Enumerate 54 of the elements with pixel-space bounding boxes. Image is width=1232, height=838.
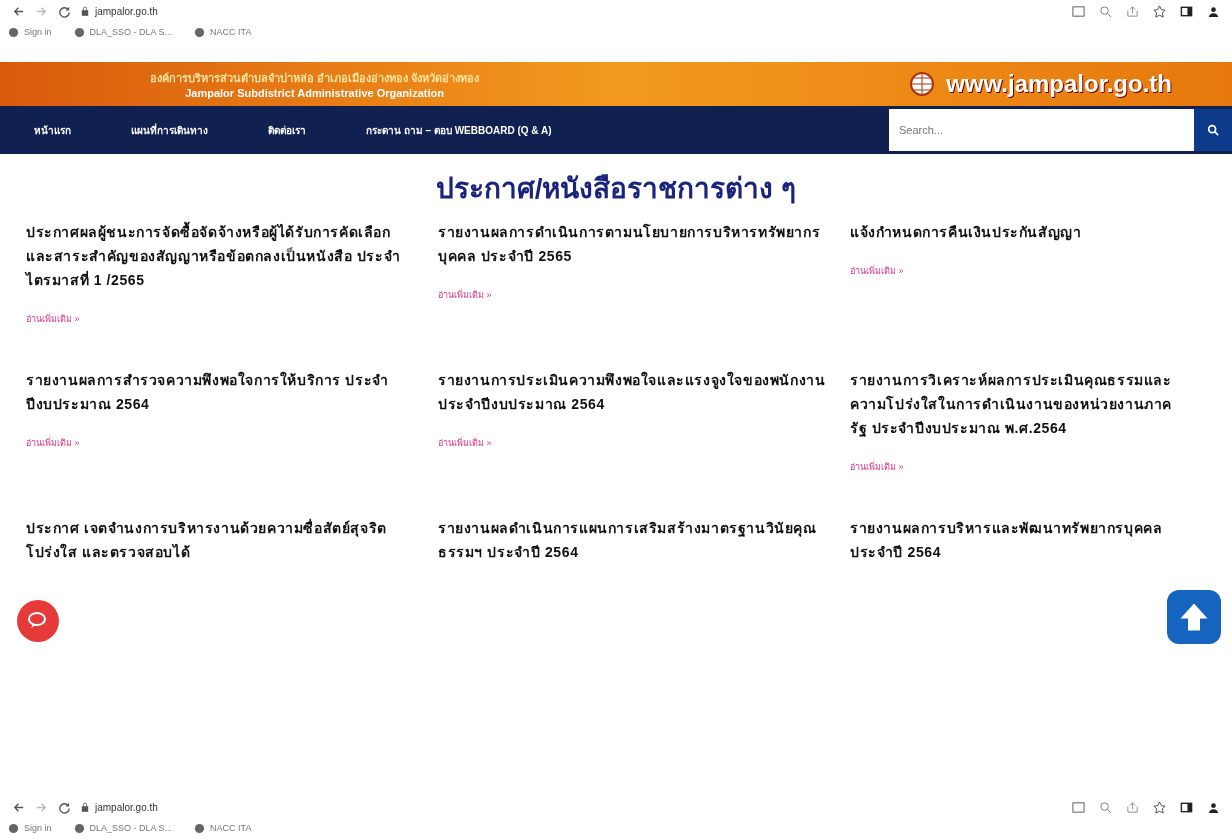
read-more-link[interactable]: อ่านเพิ่มเติม » <box>850 264 904 278</box>
profile-icon[interactable] <box>1207 800 1220 814</box>
organization-english-name: Jampalor Subdistrict Administrative Organization <box>185 87 444 99</box>
translate-icon[interactable] <box>1072 4 1085 18</box>
post-title[interactable]: รายงานการประเมินความพึงพอใจและแรงจูงใจของพนักงาน ประจำปีงบประมาณ 2564 <box>438 368 828 416</box>
post-title[interactable]: รายงานผลการสำรวจความพึงพอใจการให้บริการ ประจำปีงบประมาณ 2564 <box>26 368 416 416</box>
lock-icon <box>81 802 89 812</box>
translate-icon[interactable] <box>1072 800 1085 814</box>
reload-icon[interactable] <box>58 4 71 18</box>
post-title[interactable]: ประกาศ เจตจำนงการบริหารงานด้วยความซื่อสัตย์สุจริต โปร่งใส และตรวจสอบได้ <box>26 516 416 564</box>
post-title[interactable]: ประกาศผลผู้ชนะการจัดซื้อจัดจ้างหรือผู้ได้รับการคัดเลือก และสาระสำคัญของสัญญาหรือข้อตกลงเป็นหนังสือ ประจำไตรมาสที่ 1 /2565 <box>26 220 416 292</box>
search-button[interactable] <box>1194 109 1232 151</box>
search-icon[interactable] <box>1099 800 1112 814</box>
page-title: ประกาศ/หนังสือราชการต่าง ๆ <box>434 172 798 206</box>
star-icon[interactable] <box>1153 800 1166 814</box>
star-icon[interactable] <box>1153 4 1166 18</box>
address-bar[interactable]: jampalor.go.th <box>81 801 1062 813</box>
chat-button[interactable] <box>17 600 59 642</box>
url-text: jampalor.go.th <box>95 801 158 813</box>
bookmark[interactable]: DLA_SSO - DLA S... <box>73 26 173 38</box>
post-title[interactable]: รายงานผลดำเนินการแผนการเสริมสร้างมาตรฐานวินัยคุณธรรมฯ ประจำปี 2564 <box>438 516 828 564</box>
reload-icon[interactable] <box>58 800 71 814</box>
read-more-link[interactable]: อ่านเพิ่มเติม » <box>26 312 80 326</box>
url-text: jampalor.go.th <box>95 5 158 17</box>
bookmark[interactable]: DLA_SSO - DLA S... <box>73 822 173 834</box>
side-panel-icon[interactable] <box>1180 800 1193 814</box>
post-title[interactable]: รายงานผลการบริหารและพัฒนาทรัพยากรบุคคลประจำปี 2564 <box>850 516 1180 564</box>
post-title[interactable]: แจ้งกำหนดการคืนเงินประกันสัญญา <box>850 220 1082 244</box>
share-icon[interactable] <box>1126 4 1139 18</box>
address-bar[interactable]: jampalor.go.th <box>81 5 1062 17</box>
side-panel-icon[interactable] <box>1180 4 1193 18</box>
nav-link[interactable]: ติดต่อเรา <box>268 122 306 138</box>
post-title[interactable]: รายงานผลการดำเนินการตามนโยบายการบริหารทรัพยากรบุคคล ประจำปี 2565 <box>438 220 828 268</box>
lock-icon <box>81 6 89 16</box>
read-more-link[interactable]: อ่านเพิ่มเติม » <box>26 436 80 450</box>
search-icon[interactable] <box>1099 4 1112 18</box>
nav-link[interactable]: กระดาน ถาม – ตอบ WEBBOARD (Q & A) <box>366 122 552 138</box>
organization-name: องค์การบริหารส่วนตำบลจำปาหล่อ อำเภอเมืองอ่างทอง จังหวัดอ่างทอง <box>150 71 480 86</box>
read-more-link[interactable]: อ่านเพิ่มเติม » <box>438 288 492 302</box>
nav-link[interactable]: หน้าแรก <box>34 122 71 138</box>
nav-link[interactable]: แผนที่การเดินทาง <box>131 122 208 138</box>
post-title[interactable]: รายงานการวิเคราะห์ผลการประเมินคุณธรรมและความโปร่งใสในการดำเนินงานของหน่วยงานภาครัฐ ประจำปีงบประมาณ พ.ศ.2564 <box>850 368 1180 440</box>
search-field[interactable]: Search... <box>889 109 1194 151</box>
website-address: www.jampalor.go.th <box>946 70 1172 98</box>
bookmark[interactable]: NACC ITA <box>194 26 252 38</box>
profile-icon[interactable] <box>1207 4 1220 18</box>
bookmark[interactable]: Sign in <box>8 822 52 834</box>
search-icon <box>1207 124 1219 136</box>
back-to-top-button[interactable] <box>1167 590 1221 644</box>
bookmark[interactable]: Sign in <box>8 26 52 38</box>
bookmark[interactable]: NACC ITA <box>194 822 252 834</box>
read-more-link[interactable]: อ่านเพิ่มเติม » <box>850 460 904 474</box>
read-more-link[interactable]: อ่านเพิ่มเติม » <box>438 436 492 450</box>
share-icon[interactable] <box>1126 800 1139 814</box>
